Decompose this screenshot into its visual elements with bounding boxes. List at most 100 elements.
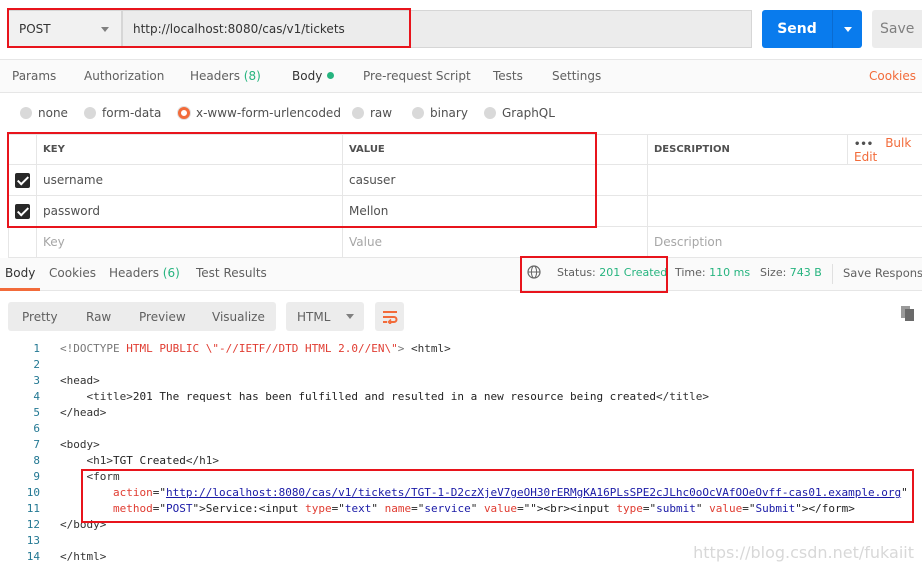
description-cell[interactable] [647, 164, 922, 196]
code-text: </html> [40, 549, 106, 565]
code-token: "></form> [795, 502, 855, 515]
description-cell[interactable] [647, 195, 922, 227]
line-number: 11 [26, 502, 40, 515]
send-button[interactable]: Send [762, 10, 862, 48]
radio-label: GraphQL [502, 106, 555, 120]
code-text: <form [40, 469, 119, 485]
code-text: <!DOCTYPE HTML PUBLIC \"-//IETF//DTD HTM… [40, 341, 451, 357]
tab-label: Headers [190, 69, 240, 83]
tab-settings[interactable]: Settings [552, 69, 601, 83]
code-line: 1 <!DOCTYPE HTML PUBLIC \"-//IETF//DTD HT… [0, 341, 922, 357]
tab-test-results[interactable]: Test Results [196, 266, 267, 280]
cookies-link[interactable]: Cookies [869, 69, 916, 83]
tab-label: Headers [109, 266, 159, 280]
checkbox-checked-icon[interactable] [15, 172, 30, 188]
row-check[interactable] [8, 195, 37, 227]
radio-binary[interactable]: binary [412, 106, 468, 120]
header-key: KEY [36, 134, 343, 165]
view-preview[interactable]: Preview [139, 310, 186, 324]
code-line: 4 <title>201 The request has been fulfil… [0, 389, 922, 405]
radio-none[interactable]: none [20, 106, 68, 120]
method-select[interactable]: POST [8, 10, 122, 48]
header-value: VALUE [342, 134, 648, 165]
tab-count: (8) [243, 69, 261, 83]
value-cell[interactable]: Mellon [342, 195, 648, 227]
code-text: </head> [40, 405, 106, 421]
radio-icon [20, 107, 32, 119]
response-tabs: Body Cookies Headers (6) Test Results St… [0, 258, 922, 291]
save-response-button[interactable]: Save Response [843, 266, 922, 280]
size-value: 743 B [789, 266, 822, 279]
code-text: <body> [40, 437, 100, 453]
tab-headers[interactable]: Headers (8) [190, 69, 261, 83]
code-token: =" [152, 486, 166, 499]
tab-response-body[interactable]: Body [5, 266, 35, 280]
code-token: text [344, 502, 372, 515]
code-token: <head> [60, 374, 100, 387]
wrap-lines-button[interactable] [375, 302, 404, 331]
radio-graphql[interactable]: GraphQL [484, 106, 555, 120]
description-input[interactable]: Description [647, 226, 922, 258]
code-token: ">Service:<input [192, 502, 306, 515]
response-code-editor[interactable]: 1 <!DOCTYPE HTML PUBLIC \"-//IETF//DTD HT… [0, 341, 922, 565]
tab-authorization[interactable]: Authorization [84, 69, 164, 83]
code-token: service [424, 502, 471, 515]
code-token: </html> [60, 550, 107, 563]
radio-form-data[interactable]: form-data [84, 106, 161, 120]
line-number: 8 [33, 454, 40, 467]
value-input[interactable]: Value [342, 226, 648, 258]
code-token: HTML PUBLIC \"-//IETF//DTD HTML 2.0//EN\… [126, 342, 398, 355]
view-raw[interactable]: Raw [86, 310, 111, 324]
globe-icon[interactable] [527, 265, 541, 282]
radio-label: binary [430, 106, 468, 120]
radio-icon [484, 107, 496, 119]
tab-tests[interactable]: Tests [493, 69, 523, 83]
key-cell[interactable]: password [36, 195, 343, 227]
radio-label: form-data [102, 106, 162, 120]
code-line: 7 <body> [0, 437, 922, 453]
chevron-down-icon [101, 27, 109, 32]
view-visualize[interactable]: Visualize [212, 310, 265, 324]
code-token: </body> [60, 518, 107, 531]
tab-body[interactable]: Body [292, 69, 335, 83]
tab-response-headers[interactable]: Headers (6) [109, 266, 180, 280]
more-icon[interactable]: ••• [854, 139, 873, 150]
row-check[interactable] [8, 164, 37, 196]
time-label: Time: [675, 266, 706, 279]
line-number: 7 [33, 438, 40, 451]
line-number: 5 [33, 406, 40, 419]
radio-raw[interactable]: raw [352, 106, 392, 120]
radio-label: x-www-form-urlencoded [196, 106, 341, 120]
code-token: TGT Created [112, 454, 186, 467]
active-dot-icon [327, 72, 335, 79]
table-row-new: Key Value Description [8, 226, 922, 258]
save-button[interactable]: Save [872, 10, 922, 48]
code-line: 8 <h1>TGT Created</h1> [0, 453, 922, 469]
code-text: <title>201 The request has been fulfille… [40, 389, 709, 405]
line-number: 4 [33, 390, 40, 403]
line-number: 10 [26, 486, 40, 499]
chevron-down-icon [346, 314, 355, 319]
radio-label: none [38, 106, 68, 120]
tab-pre-request-script[interactable]: Pre-request Script [363, 69, 471, 83]
key-cell[interactable]: username [36, 164, 343, 196]
key-input[interactable]: Key [36, 226, 343, 258]
copy-icon[interactable] [901, 306, 915, 325]
code-token: value [483, 502, 518, 515]
radio-x-www-form-urlencoded[interactable]: x-www-form-urlencoded [178, 106, 341, 120]
url-input[interactable]: http://localhost:8080/cas/v1/tickets [122, 10, 752, 48]
method-value: POST [19, 22, 51, 36]
code-line: 9 <form [0, 469, 922, 485]
format-value: HTML [297, 309, 331, 324]
format-select[interactable]: HTML [286, 302, 364, 331]
code-text: </body> [40, 517, 106, 533]
view-pretty[interactable]: Pretty [22, 310, 58, 324]
code-line: 2 [0, 357, 922, 373]
value-cell[interactable]: casuser [342, 164, 648, 196]
send-options-button[interactable] [832, 10, 862, 48]
tab-response-cookies[interactable]: Cookies [49, 266, 96, 280]
tab-params[interactable]: Params [12, 69, 56, 83]
line-number: 3 [33, 374, 40, 387]
checkbox-checked-icon[interactable] [15, 203, 30, 219]
